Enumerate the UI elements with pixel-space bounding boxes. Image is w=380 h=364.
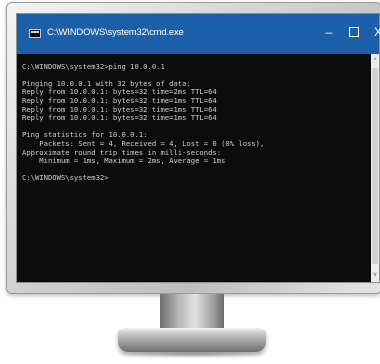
console-output[interactable]: C:\WINDOWS\system32>ping 10.0.0.1 Pinging… xyxy=(17,54,371,282)
console-line: Minimum = 1ms, Maximum = 2ms, Average = … xyxy=(22,156,226,166)
cmd-icon xyxy=(29,29,41,38)
monitor-screen: C:\WINDOWS\system32\cmd.exe – X C:\WINDO… xyxy=(16,13,380,283)
console-line: Reply from 10.0.0.1: bytes=32 time=1ms T… xyxy=(22,113,217,123)
monitor-stand-neck xyxy=(160,294,224,332)
monitor-scene: C:\WINDOWS\system32\cmd.exe – X C:\WINDO… xyxy=(0,0,380,364)
maximize-icon xyxy=(349,27,359,37)
window-title: C:\WINDOWS\system32\cmd.exe xyxy=(47,27,184,38)
minimize-button[interactable]: – xyxy=(322,25,336,39)
console-line: C:\WINDOWS\system32> xyxy=(22,173,109,183)
monitor-stand-base-top xyxy=(122,328,262,334)
vertical-scrollbar[interactable]: ^ v xyxy=(371,54,379,282)
window-titlebar[interactable]: C:\WINDOWS\system32\cmd.exe – X xyxy=(17,14,380,54)
scroll-up-arrow-icon[interactable]: ^ xyxy=(371,56,379,66)
console-line: C:\WINDOWS\system32>ping 10.0.0.1 xyxy=(22,61,165,71)
close-button[interactable]: X xyxy=(371,25,380,39)
scroll-down-arrow-icon[interactable]: v xyxy=(371,270,379,280)
scroll-thumb[interactable] xyxy=(372,68,378,264)
maximize-button[interactable] xyxy=(347,25,361,40)
monitor-bezel: C:\WINDOWS\system32\cmd.exe – X C:\WINDO… xyxy=(6,2,380,294)
